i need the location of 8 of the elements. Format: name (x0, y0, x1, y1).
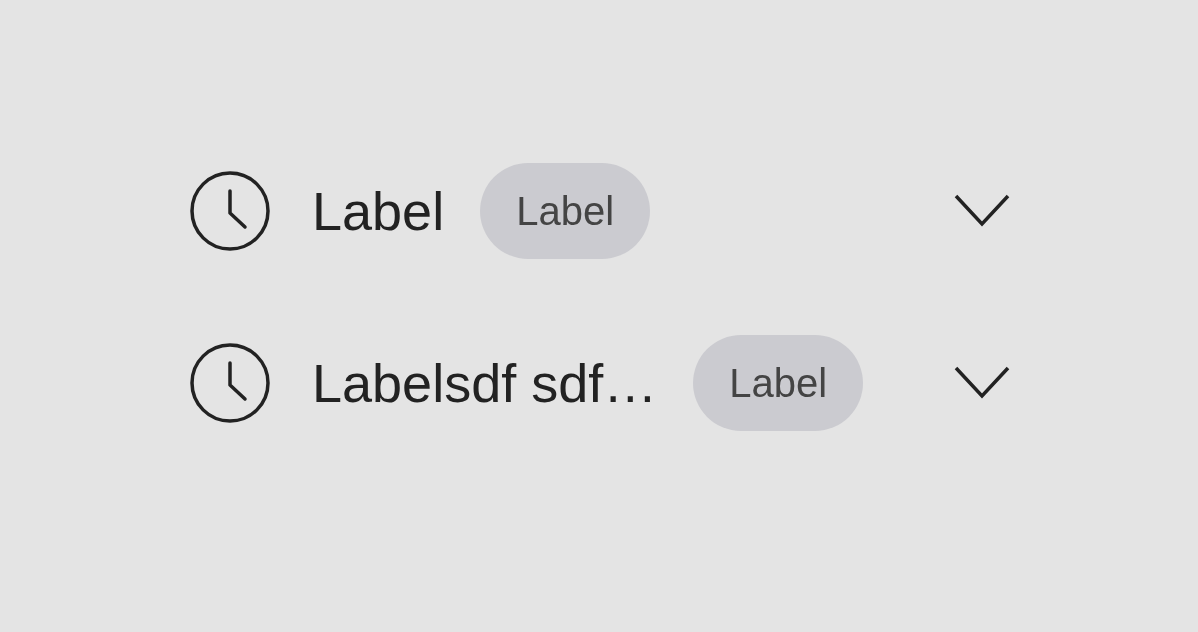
clock-icon (190, 171, 270, 251)
label-badge: Label (480, 163, 650, 259)
chevron-icon[interactable] (954, 366, 1010, 400)
row-label: Labelsdf sdf… (312, 352, 658, 414)
clock-icon (190, 343, 270, 423)
label-badge: Label (693, 335, 864, 431)
row-label: Label (312, 180, 445, 242)
chevron-icon[interactable] (954, 194, 1010, 228)
